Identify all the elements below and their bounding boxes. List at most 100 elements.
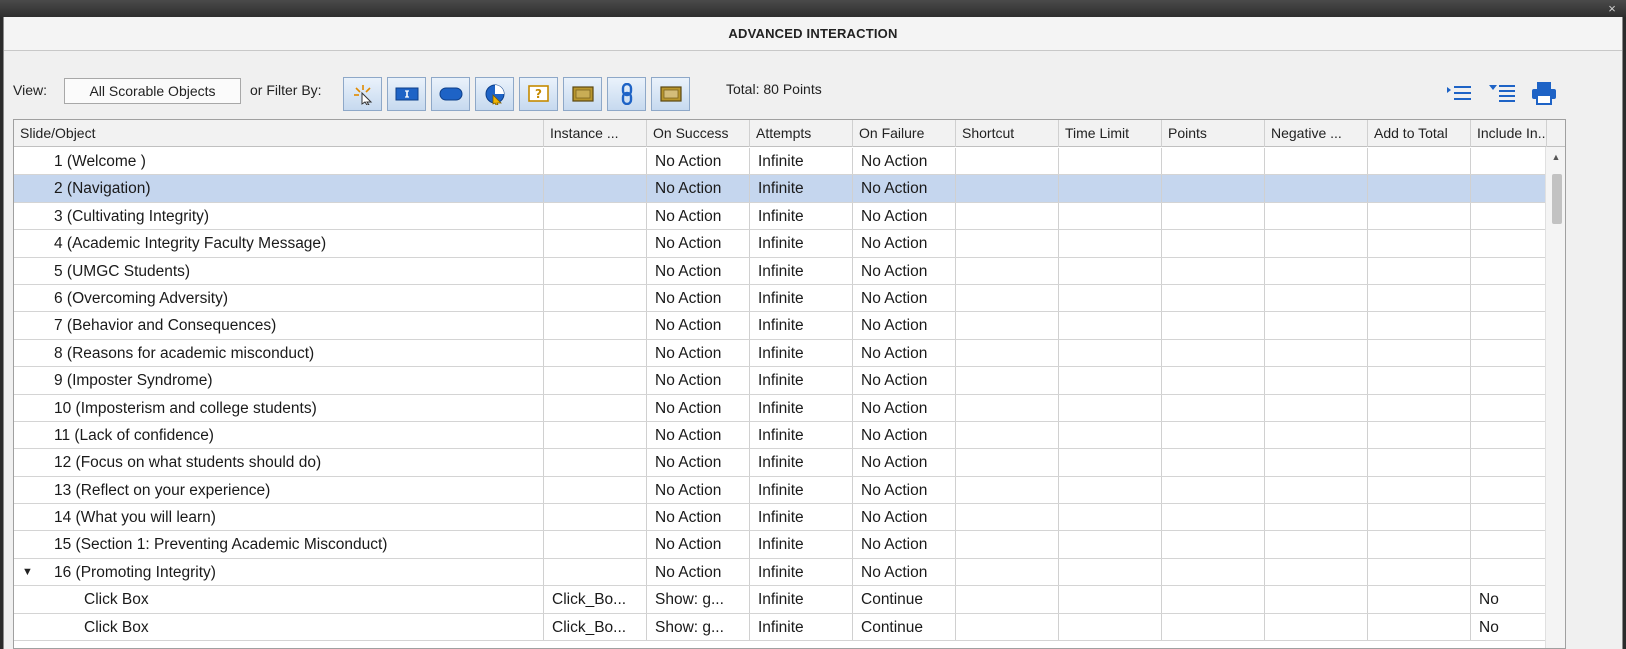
cell-on-failure[interactable]: No Action <box>853 531 956 558</box>
cell-on-success[interactable]: No Action <box>647 312 750 339</box>
cell-on-failure[interactable]: No Action <box>853 449 956 476</box>
table-row[interactable]: 15 (Section 1: Preventing Academic Misco… <box>14 531 1547 559</box>
cell-negative[interactable] <box>1265 558 1368 586</box>
cell-instance[interactable] <box>544 421 647 449</box>
cell-points[interactable] <box>1162 394 1265 421</box>
cell-include-in[interactable] <box>1471 504 1547 531</box>
cell-instance[interactable] <box>544 284 647 312</box>
cell-shortcut[interactable] <box>956 284 1059 312</box>
cell-include-in[interactable] <box>1471 175 1547 202</box>
table-row[interactable]: 10 (Imposterism and college students) No … <box>14 394 1547 422</box>
cell-time-limit[interactable] <box>1059 449 1162 476</box>
cell-on-success[interactable]: No Action <box>647 148 750 175</box>
cell-on-failure[interactable]: Continue <box>853 613 956 641</box>
expand-arrow-icon[interactable]: ▼ <box>22 559 33 586</box>
cell-time-limit[interactable] <box>1059 148 1162 175</box>
cell-on-failure[interactable]: Continue <box>853 586 956 613</box>
cell-on-success[interactable]: No Action <box>647 531 750 558</box>
cell-negative[interactable] <box>1265 531 1368 558</box>
cell-instance[interactable]: Click_Bo... <box>544 586 647 613</box>
cell-include-in[interactable] <box>1471 421 1547 449</box>
cell-shortcut[interactable] <box>956 504 1059 531</box>
table-row[interactable]: 4 (Academic Integrity Faculty Message) No… <box>14 230 1547 258</box>
cell-points[interactable] <box>1162 230 1265 257</box>
cell-instance[interactable]: Click_Bo... <box>544 613 647 641</box>
column-header-slide-object[interactable]: Slide/Object <box>14 120 544 147</box>
cell-negative[interactable] <box>1265 339 1368 367</box>
cell-on-failure[interactable]: No Action <box>853 367 956 394</box>
text-entry-filter-button[interactable] <box>387 77 426 111</box>
button-filter-button[interactable] <box>431 77 470 111</box>
cell-instance[interactable] <box>544 476 647 504</box>
cell-attempts[interactable]: Infinite <box>750 504 853 531</box>
cell-add-to-total[interactable] <box>1368 394 1471 421</box>
cell-on-failure[interactable]: No Action <box>853 284 956 312</box>
cell-shortcut[interactable] <box>956 367 1059 394</box>
cell-shortcut[interactable] <box>956 312 1059 339</box>
expand-all-button[interactable] <box>1444 79 1474 107</box>
cell-time-limit[interactable] <box>1059 257 1162 284</box>
cell-add-to-total[interactable] <box>1368 339 1471 367</box>
cell-negative[interactable] <box>1265 284 1368 312</box>
column-header-points[interactable]: Points <box>1162 120 1265 147</box>
cell-time-limit[interactable] <box>1059 284 1162 312</box>
column-header-add-to-total[interactable]: Add to Total <box>1368 120 1471 147</box>
cell-points[interactable] <box>1162 148 1265 175</box>
cell-points[interactable] <box>1162 449 1265 476</box>
cell-attempts[interactable]: Infinite <box>750 558 853 586</box>
drag-drop-filter-button[interactable] <box>475 77 514 111</box>
cell-shortcut[interactable] <box>956 230 1059 257</box>
cell-time-limit[interactable] <box>1059 531 1162 558</box>
cell-negative[interactable] <box>1265 367 1368 394</box>
cell-add-to-total[interactable] <box>1368 175 1471 202</box>
cell-add-to-total[interactable] <box>1368 504 1471 531</box>
cell-instance[interactable] <box>544 257 647 284</box>
column-header-instance[interactable]: Instance ... <box>544 120 647 147</box>
cell-shortcut[interactable] <box>956 531 1059 558</box>
table-row[interactable]: 11 (Lack of confidence) No Action Infinite… <box>14 421 1547 450</box>
cell-time-limit[interactable] <box>1059 504 1162 531</box>
cell-add-to-total[interactable] <box>1368 613 1471 641</box>
cell-on-success[interactable]: No Action <box>647 476 750 504</box>
cell-points[interactable] <box>1162 504 1265 531</box>
cell-attempts[interactable]: Infinite <box>750 367 853 394</box>
cell-points[interactable] <box>1162 202 1265 230</box>
cell-points[interactable] <box>1162 339 1265 367</box>
cell-shortcut[interactable] <box>956 558 1059 586</box>
cell-attempts[interactable]: Infinite <box>750 613 853 641</box>
cell-negative[interactable] <box>1265 586 1368 613</box>
cell-shortcut[interactable] <box>956 394 1059 421</box>
cell-include-in[interactable]: No <box>1471 586 1547 613</box>
cell-on-success[interactable]: Show: g... <box>647 613 750 641</box>
cell-on-success[interactable]: No Action <box>647 202 750 230</box>
cell-points[interactable] <box>1162 284 1265 312</box>
cell-include-in[interactable] <box>1471 284 1547 312</box>
table-row[interactable]: 5 (UMGC Students) No Action Infinite No Act… <box>14 257 1547 285</box>
table-row[interactable]: 6 (Overcoming Adversity) No Action Infinit… <box>14 284 1547 313</box>
column-header-attempts[interactable]: Attempts <box>750 120 853 147</box>
cell-points[interactable] <box>1162 531 1265 558</box>
cell-on-failure[interactable]: No Action <box>853 230 956 257</box>
cell-negative[interactable] <box>1265 476 1368 504</box>
cell-include-in[interactable]: No <box>1471 613 1547 641</box>
cell-attempts[interactable]: Infinite <box>750 175 853 202</box>
cell-on-success[interactable]: No Action <box>647 175 750 202</box>
cell-negative[interactable] <box>1265 312 1368 339</box>
cell-on-failure[interactable]: No Action <box>853 558 956 586</box>
cell-include-in[interactable] <box>1471 531 1547 558</box>
cell-negative[interactable] <box>1265 504 1368 531</box>
cell-instance[interactable] <box>544 394 647 421</box>
cell-points[interactable] <box>1162 613 1265 641</box>
cell-on-success[interactable]: No Action <box>647 504 750 531</box>
cell-add-to-total[interactable] <box>1368 230 1471 257</box>
cell-time-limit[interactable] <box>1059 230 1162 257</box>
cell-include-in[interactable] <box>1471 476 1547 504</box>
cell-on-success[interactable]: No Action <box>647 421 750 449</box>
cell-include-in[interactable] <box>1471 312 1547 339</box>
cell-time-limit[interactable] <box>1059 394 1162 421</box>
cell-include-in[interactable] <box>1471 449 1547 476</box>
cell-attempts[interactable]: Infinite <box>750 476 853 504</box>
view-dropdown[interactable]: All Scorable Objects <box>64 78 241 104</box>
cell-attempts[interactable]: Infinite <box>750 312 853 339</box>
cell-on-failure[interactable]: No Action <box>853 476 956 504</box>
